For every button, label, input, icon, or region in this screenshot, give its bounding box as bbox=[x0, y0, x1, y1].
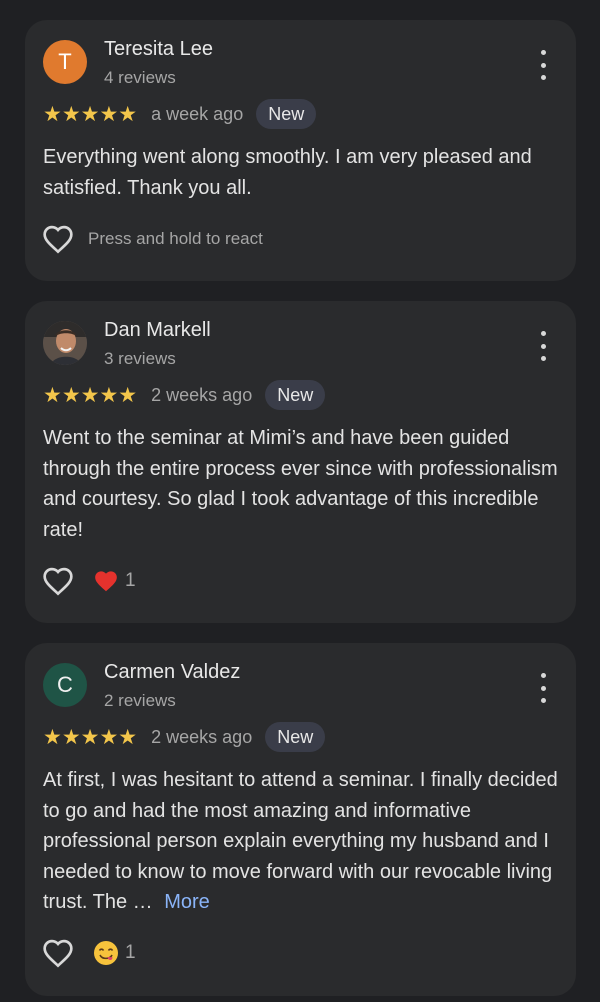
reviewer-review-count: 4 reviews bbox=[104, 68, 176, 87]
star-rating: ★★★★★ bbox=[43, 101, 138, 126]
avatar-initial: C bbox=[57, 672, 73, 697]
reviewer-name[interactable]: Teresita Lee bbox=[104, 38, 213, 61]
more-options-icon[interactable] bbox=[538, 50, 548, 80]
avatar-initial: T bbox=[58, 49, 72, 74]
heart-outline-icon[interactable] bbox=[41, 222, 75, 256]
profile-photo-icon bbox=[43, 321, 87, 365]
red-heart-icon bbox=[95, 571, 117, 592]
star-rating: ★★★★★ bbox=[43, 382, 138, 407]
new-badge: New bbox=[265, 722, 326, 752]
rating-row: ★★★★★ 2 weeks ago New bbox=[43, 722, 326, 752]
face-savoring-food-icon bbox=[94, 941, 118, 965]
reviewer-review-count: 3 reviews bbox=[104, 349, 176, 368]
reaction-chip[interactable]: 1 bbox=[93, 569, 136, 593]
reaction-row: 1 bbox=[41, 936, 136, 970]
review-card: Dan Markell 3 reviews ★★★★★ 2 weeks ago … bbox=[25, 301, 576, 623]
star-rating: ★★★★★ bbox=[43, 724, 138, 749]
heart-outline-icon[interactable] bbox=[41, 936, 75, 970]
review-text: Went to the seminar at Mimi’s and have b… bbox=[43, 427, 558, 541]
heart-outline-icon[interactable] bbox=[41, 564, 75, 598]
reaction-chip[interactable]: 1 bbox=[93, 940, 136, 966]
review-time: a week ago bbox=[151, 103, 244, 124]
rating-row: ★★★★★ a week ago New bbox=[43, 99, 317, 129]
new-badge: New bbox=[265, 380, 326, 410]
review-text-content: At first, I was hesitant to attend a sem… bbox=[43, 769, 558, 913]
review-card: T Teresita Lee 4 reviews ★★★★★ a week ag… bbox=[25, 20, 576, 281]
reaction-count: 1 bbox=[125, 570, 136, 591]
reviewer-name[interactable]: Dan Markell bbox=[104, 319, 211, 342]
more-options-icon[interactable] bbox=[538, 673, 548, 703]
react-hint: Press and hold to react bbox=[88, 229, 263, 248]
reaction-row: 1 bbox=[41, 564, 136, 598]
reviewer-review-count: 2 reviews bbox=[104, 691, 176, 710]
reaction-count: 1 bbox=[125, 942, 136, 963]
reviewer-avatar[interactable] bbox=[43, 321, 87, 365]
review-time: 2 weeks ago bbox=[151, 384, 253, 405]
review-time: 2 weeks ago bbox=[151, 726, 253, 747]
more-link[interactable]: More bbox=[164, 891, 210, 913]
reaction-row: Press and hold to react bbox=[41, 222, 263, 256]
more-options-icon[interactable] bbox=[538, 331, 548, 361]
review-text: Everything went along smoothly. I am ver… bbox=[43, 146, 532, 199]
review-text: At first, I was hesitant to attend a sem… bbox=[43, 765, 563, 918]
review-card: C Carmen Valdez 2 reviews ★★★★★ 2 weeks … bbox=[25, 643, 576, 996]
new-badge: New bbox=[256, 99, 317, 129]
rating-row: ★★★★★ 2 weeks ago New bbox=[43, 380, 326, 410]
reviewer-name[interactable]: Carmen Valdez bbox=[104, 661, 240, 684]
reviewer-avatar[interactable]: C bbox=[43, 663, 87, 707]
reviewer-avatar[interactable]: T bbox=[43, 40, 87, 84]
